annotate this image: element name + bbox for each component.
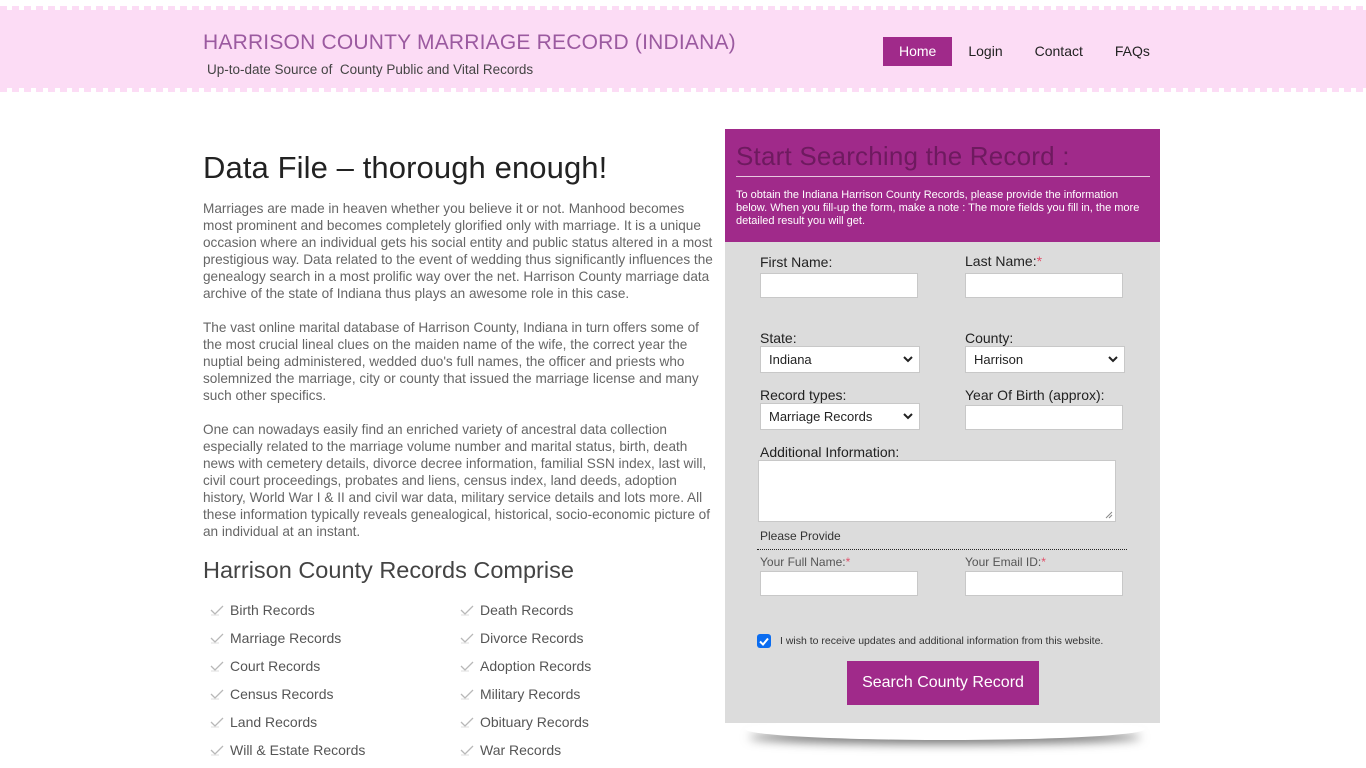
check-icon [460, 605, 474, 616]
search-panel: Start Searching the Record : To obtain t… [725, 129, 1160, 723]
record-item-label: Birth Records [230, 602, 315, 618]
divider [757, 549, 1127, 550]
last-name-input[interactable] [965, 273, 1123, 298]
record-item-label: Land Records [230, 714, 318, 730]
chevron-down-icon [1108, 356, 1118, 363]
record-item-label: Court Records [230, 658, 321, 674]
check-icon [210, 605, 224, 616]
consent-checkbox[interactable] [757, 634, 771, 648]
full-name-input[interactable] [760, 571, 918, 596]
search-county-record-button[interactable]: Search County Record [847, 661, 1039, 705]
search-panel-description: To obtain the Indiana Harrison County Re… [736, 189, 1140, 227]
record-item-label: Marriage Records [230, 630, 342, 646]
page-title: Data File – thorough enough! [203, 150, 608, 185]
record-item: Divorce Records [460, 624, 710, 652]
record-item: Land Records [210, 708, 460, 736]
county-select[interactable]: Harrison [965, 346, 1125, 373]
search-panel-title: Start Searching the Record : [736, 141, 1150, 177]
check-icon [210, 717, 224, 728]
check-icon [210, 689, 224, 700]
record-item: Adoption Records [460, 652, 710, 680]
check-icon [460, 745, 474, 756]
site-title[interactable]: HARRISON COUNTY MARRIAGE RECORD (INDIANA… [203, 31, 736, 55]
record-types-select-value: Marriage Records [769, 409, 873, 424]
record-item: War Records [460, 736, 710, 764]
check-icon [759, 637, 769, 646]
please-provide-label: Please Provide [760, 529, 841, 543]
record-item-label: Will & Estate Records [230, 742, 366, 758]
database-paragraph: The vast online marital database of Harr… [203, 320, 699, 403]
record-item-label: War Records [480, 742, 562, 758]
year-of-birth-label: Year Of Birth (approx): [965, 387, 1105, 403]
required-mark: * [845, 555, 851, 569]
additional-info-label: Additional Information: [760, 444, 900, 460]
intro-paragraph: Marriages are made in heaven whether you… [203, 201, 713, 301]
record-item: Will & Estate Records [210, 736, 460, 764]
site-tagline: Up-to-date Source of County Public and V… [207, 62, 534, 77]
check-icon [210, 661, 224, 672]
record-item-label: Death Records [480, 602, 574, 618]
chevron-down-icon [903, 413, 913, 420]
nav-login[interactable]: Login [953, 37, 1017, 66]
state-select-value: Indiana [769, 352, 812, 367]
records-list: Birth Records Death Records Marriage Recor… [203, 596, 718, 764]
record-item-label: Divorce Records [480, 630, 584, 646]
record-item: Death Records [460, 596, 710, 624]
record-item: Birth Records [210, 596, 460, 624]
resize-grip-icon[interactable] [1105, 511, 1113, 519]
search-panel-header: Start Searching the Record : To obtain t… [725, 129, 1160, 242]
required-mark: * [1036, 253, 1043, 269]
consent-text: I wish to receive updates and additional… [780, 635, 1104, 647]
check-icon [460, 633, 474, 644]
check-icon [460, 717, 474, 728]
email-label: Your Email ID:* [965, 555, 1046, 569]
check-icon [460, 689, 474, 700]
record-item-label: Adoption Records [480, 658, 592, 674]
main-nav: Home Login Contact FAQs [883, 37, 1167, 66]
records-section-title: Harrison County Records Comprise [203, 557, 574, 583]
last-name-label: Last Name:* [965, 253, 1043, 269]
record-item: Marriage Records [210, 624, 460, 652]
first-name-label: First Name: [760, 254, 833, 270]
main-content: Data File – thorough enough! Marriages a… [203, 150, 718, 764]
state-label: State: [760, 330, 797, 346]
record-item: Obituary Records [460, 708, 710, 736]
record-types-label: Record types: [760, 387, 847, 403]
record-item-label: Census Records [230, 686, 334, 702]
required-mark: * [1041, 555, 1046, 569]
ancestral-paragraph: One can nowadays easily find an enriched… [203, 422, 710, 539]
check-icon [210, 745, 224, 756]
full-name-label: Your Full Name:* [760, 555, 851, 569]
state-select[interactable]: Indiana [760, 346, 920, 373]
record-item-label: Military Records [480, 686, 581, 702]
email-input[interactable] [965, 571, 1123, 596]
nav-faqs[interactable]: FAQs [1100, 37, 1165, 66]
year-of-birth-input[interactable] [965, 405, 1123, 430]
nav-contact[interactable]: Contact [1020, 37, 1098, 66]
record-item: Court Records [210, 652, 460, 680]
county-select-value: Harrison [974, 352, 1024, 367]
first-name-input[interactable] [760, 273, 918, 298]
county-label: County: [965, 330, 1014, 346]
chevron-down-icon [903, 356, 913, 363]
nav-home[interactable]: Home [883, 37, 953, 66]
check-icon [460, 661, 474, 672]
record-item: Military Records [460, 680, 710, 708]
check-icon [210, 633, 224, 644]
record-item: Census Records [210, 680, 460, 708]
record-item-label: Obituary Records [480, 714, 589, 730]
record-types-select[interactable]: Marriage Records [760, 403, 920, 430]
additional-info-textarea[interactable] [758, 460, 1116, 522]
